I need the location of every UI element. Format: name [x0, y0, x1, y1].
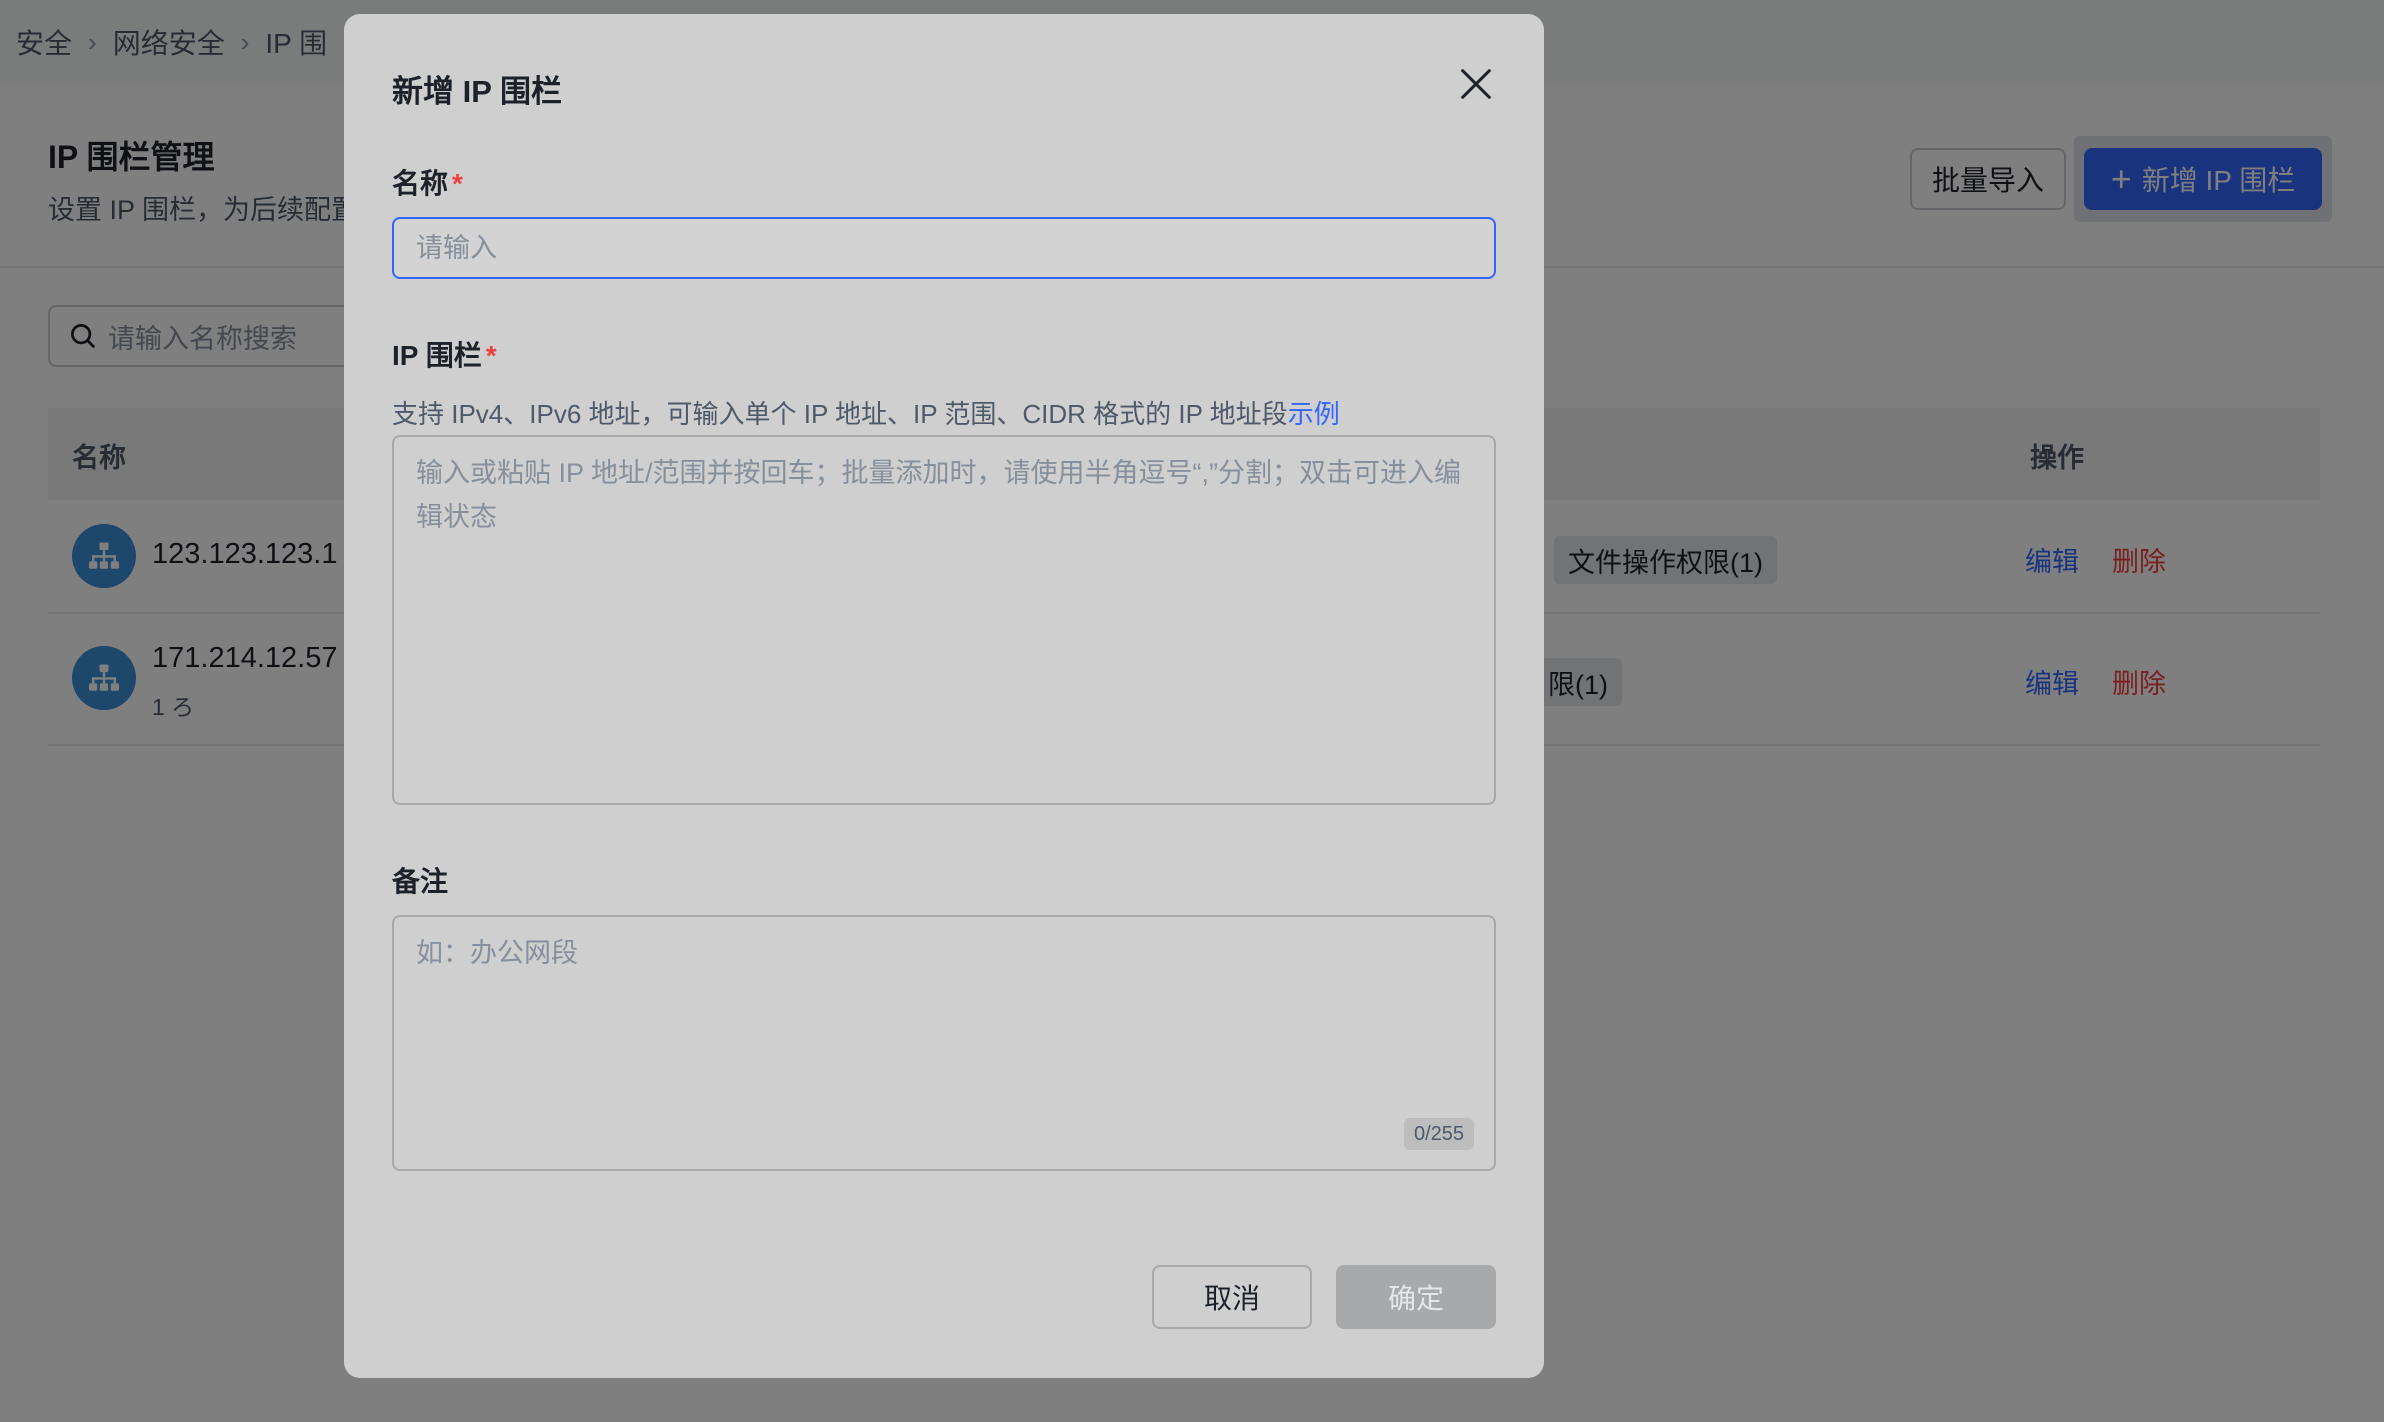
name-label-text: 名称	[392, 168, 449, 199]
name-input[interactable]	[392, 217, 1496, 279]
note-field-label: 备注	[392, 866, 449, 897]
ip-help-description: 支持 IPv4、IPv6 地址，可输入单个 IP 地址、IP 范围、CIDR 格…	[392, 399, 1288, 429]
confirm-button[interactable]: 确定	[1336, 1265, 1496, 1329]
required-mark: *	[485, 340, 497, 371]
add-ip-fence-modal: 新增 IP 围栏 名称* IP 围栏* 支持 IPv4、IPv6 地址，可输入单…	[344, 14, 1544, 1378]
ip-fence-label-text: IP 围栏	[392, 340, 482, 371]
name-field-label: 名称 *	[392, 162, 463, 202]
ip-fence-field-label: IP 围栏 *	[392, 334, 497, 374]
cancel-button[interactable]: 取消	[1152, 1265, 1312, 1329]
close-icon[interactable]	[1456, 64, 1496, 104]
modal-title: 新增 IP 围栏	[392, 74, 562, 109]
example-link[interactable]: 示例	[1288, 399, 1340, 429]
note-textarea[interactable]	[392, 915, 1496, 1171]
note-char-counter: 0/255	[1404, 1118, 1475, 1150]
ip-fence-textarea[interactable]	[392, 435, 1496, 805]
ip-fence-help-text: 支持 IPv4、IPv6 地址，可输入单个 IP 地址、IP 范围、CIDR 格…	[392, 394, 1340, 431]
required-mark: *	[452, 168, 463, 199]
